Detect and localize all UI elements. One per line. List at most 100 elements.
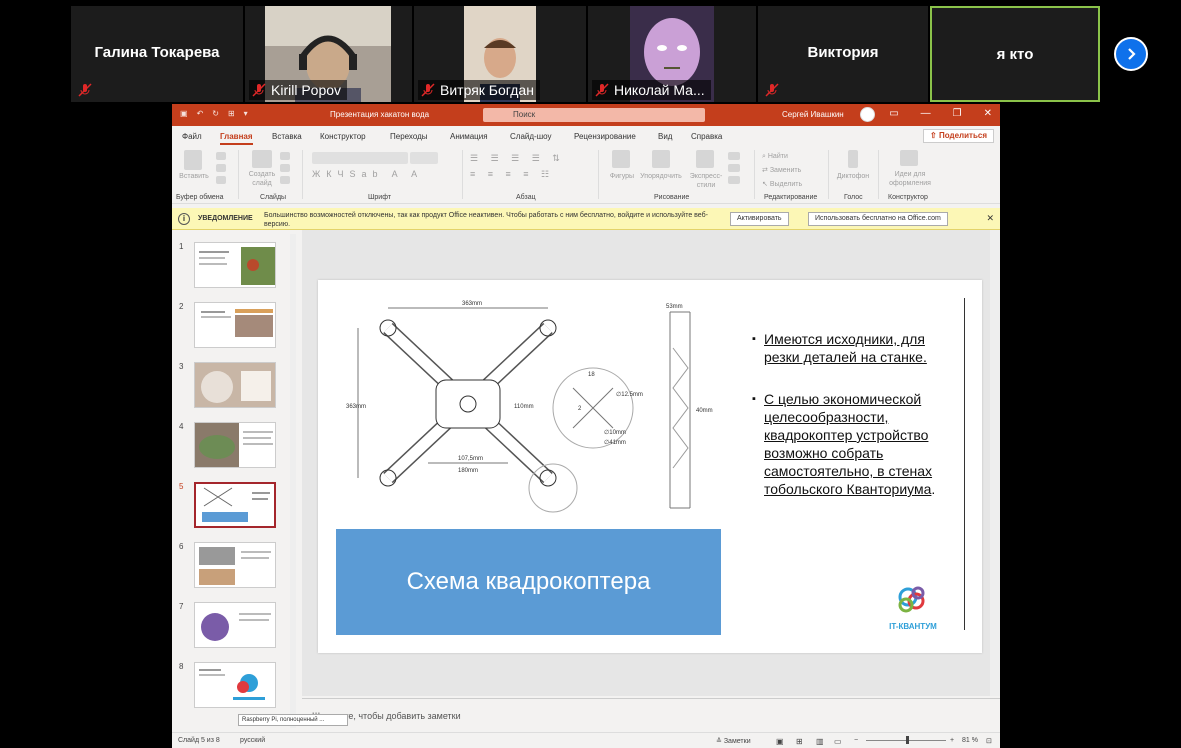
new-slide-icon[interactable] [252,150,272,168]
tab-animations[interactable]: Анимация [450,132,488,141]
format-painter-icon[interactable] [216,176,226,184]
it-quantum-logo: IT-КВАНТУМ [878,585,948,631]
next-page-button[interactable] [1114,37,1148,71]
font-format-icons[interactable]: ЖКЧSab A A [312,170,442,179]
tab-slideshow[interactable]: Слайд-шоу [510,132,551,141]
design-ideas-icon[interactable] [900,150,918,166]
ribbon-display-icon[interactable]: ▭ [889,108,898,119]
slide-thumbnail[interactable] [194,662,276,708]
find-label: Найти [767,153,788,160]
zoom-slider-thumb[interactable] [906,736,909,744]
align-icons[interactable]: ≡ ≡ ≡ ≡ ☷ [470,170,590,179]
notes-button[interactable]: ≙ Заметки [716,737,751,745]
participant-name: Николай Ма... [614,82,705,98]
fit-slide-icon[interactable]: ⊡ [986,737,992,745]
info-icon: i [178,213,190,225]
language-indicator[interactable]: русский [240,737,265,744]
slide-thumbnail[interactable] [194,542,276,588]
minimize-icon[interactable]: — [921,108,931,119]
current-slide[interactable]: 363mm 53mm 40mm 107,5mm 180mm 110mm 363m… [318,280,982,653]
arrange-label: Упорядочить [640,173,682,180]
font-name-select[interactable] [312,152,408,164]
zoom-level[interactable]: 81 % [962,737,978,744]
participant-tile[interactable]: Галина Токарева [71,6,243,102]
zoom-out-icon[interactable]: − [854,737,858,744]
tab-file[interactable]: Файл [182,132,202,141]
dim-label: 53mm [666,304,683,310]
effects-icon[interactable] [728,176,740,184]
quick-styles-icon[interactable] [696,150,714,168]
thumbnails-scrollbar[interactable] [290,234,296,728]
slide-thumbnail[interactable] [194,242,276,288]
document-title[interactable]: Презентация хакатон вода [330,110,429,119]
customize-icon[interactable]: ▾ [244,109,248,118]
participant-tile[interactable]: Виктория [758,6,928,102]
participant-tile[interactable]: Kirill Popov [245,6,412,102]
notes-pane[interactable]: Щелкните, чтобы добавить заметки [302,698,1000,732]
bullet-list[interactable]: Имеются исходники, для резки деталей на … [752,330,962,522]
user-name[interactable]: Сергей Ивашкин [782,110,844,119]
layout-icon[interactable] [280,152,290,160]
tab-home[interactable]: Главная [220,132,253,145]
dim-label: 107,5mm [458,456,483,462]
redo-icon[interactable]: ↻ [212,109,219,118]
group-slides: Слайды [260,194,287,201]
zoom-in-icon[interactable]: + [950,737,954,744]
slide-thumbnail[interactable] [194,602,276,648]
close-icon[interactable]: ✕ [986,213,994,224]
reading-view-icon[interactable]: ▥ [816,737,824,746]
avatar[interactable] [860,107,875,122]
share-button[interactable]: ⇧ Поделиться [923,129,994,143]
use-free-button[interactable]: Использовать бесплатно на Office.com [808,212,948,226]
list-icons[interactable]: ☰ ☰ ☰ ☰ ⇅ [470,154,590,163]
microphone-icon[interactable] [848,150,858,168]
tab-insert[interactable]: Вставка [272,132,302,141]
normal-view-icon[interactable]: ▣ [776,737,784,746]
sorter-view-icon[interactable]: ⊞ [796,737,803,746]
font-size-select[interactable] [410,152,438,164]
participant-tile-active-speaker[interactable]: я кто [930,6,1100,102]
tab-review[interactable]: Рецензирование [574,132,636,141]
editor-scrollbar[interactable] [990,230,1000,696]
slide-thumbnail-active[interactable] [194,482,276,528]
reset-icon[interactable] [280,164,290,172]
share-icon: ⇧ [930,131,937,140]
close-icon[interactable]: ✕ [984,108,992,119]
search-box[interactable]: Поиск [483,108,705,122]
save-icon[interactable]: ▣ [180,109,188,118]
muted-mic-icon [78,83,92,97]
tab-help[interactable]: Справка [691,132,722,141]
replace-button[interactable]: ⇄ Заменить [762,166,822,175]
fill-icon[interactable] [728,152,740,160]
thumbnail-image [199,547,271,585]
tab-transitions[interactable]: Переходы [390,132,428,141]
copy-icon[interactable] [216,164,226,172]
participant-tile[interactable]: Николай Ма... [588,6,756,102]
caption-box[interactable]: Схема квадрокоптера [336,529,721,635]
undo-icon[interactable]: ↶ [197,109,204,118]
restore-icon[interactable]: ❐ [953,108,962,119]
slide-caption: Схема квадрокоптера [406,568,651,595]
group-drawing: Рисование [654,194,690,201]
shapes-icon[interactable] [612,150,630,168]
thumbnail-image [202,487,270,522]
arrange-icon[interactable] [652,150,670,168]
slide-thumbnail[interactable] [194,362,276,408]
paste-icon[interactable] [184,150,202,170]
thumbnail-number: 4 [179,422,184,431]
present-icon[interactable]: ⊞ [228,109,235,118]
select-button[interactable]: ↖ Выделить [762,180,822,189]
section-icon[interactable] [280,176,290,184]
tab-design[interactable]: Конструктор [320,132,366,141]
dictate-label: Диктофон [836,173,870,180]
cut-icon[interactable] [216,152,226,160]
outline-icon[interactable] [728,164,740,172]
participant-tile[interactable]: Витряк Богдан [414,6,586,102]
tab-view[interactable]: Вид [658,132,672,141]
find-button[interactable]: ⌕ Найти [762,152,822,161]
slide-thumbnail[interactable] [194,302,276,348]
divider [878,150,879,199]
slideshow-view-icon[interactable]: ▭ [834,737,842,746]
slide-thumbnail[interactable] [194,422,276,468]
activate-button[interactable]: Активировать [730,212,789,226]
